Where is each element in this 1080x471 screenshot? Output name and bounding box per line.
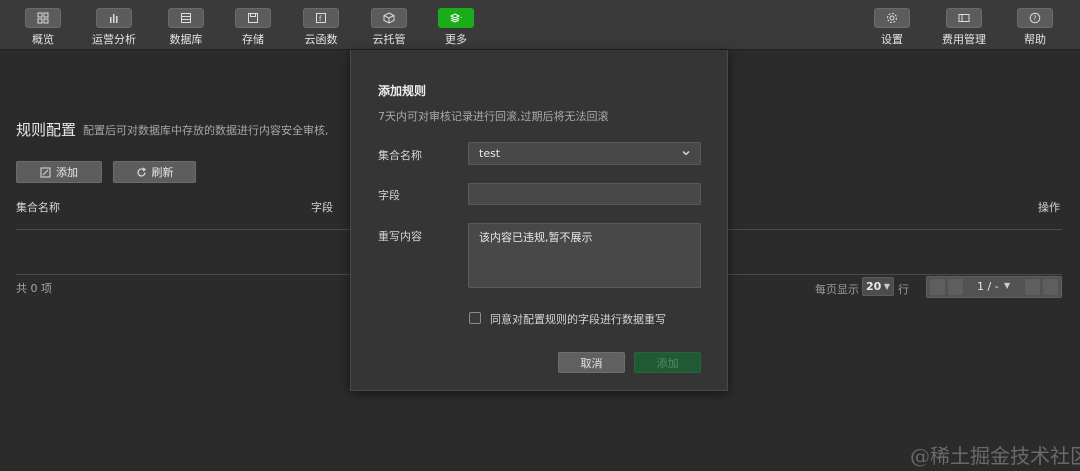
page-description: 配置后可对数据库中存放的数据进行内容安全审核,: [83, 124, 329, 137]
chevron-down-icon: [682, 151, 690, 156]
dialog-title: 添加规则: [378, 84, 427, 98]
first-page-button[interactable]: [930, 279, 945, 295]
prev-page-button[interactable]: [948, 279, 963, 295]
toolbar-overview-button[interactable]: 概览: [11, 0, 75, 50]
toolbar-label: 云函数: [304, 33, 338, 46]
per-page-suffix: 行: [898, 283, 909, 296]
refresh-label: 刷新: [151, 166, 174, 179]
chevron-down-icon: ▼: [1004, 281, 1011, 290]
toolbar-label: 更多: [445, 33, 467, 46]
function-icon: f: [303, 8, 339, 28]
watermark: @稀土掘金技术社区: [910, 444, 1080, 468]
rewrite-label: 重写内容: [378, 230, 422, 243]
collection-value: test: [479, 147, 501, 160]
toolbar-storage-button[interactable]: 存储: [221, 0, 285, 50]
toolbar-label: 设置: [881, 33, 903, 46]
gear-icon: [874, 8, 910, 28]
toolbar-settings-button[interactable]: 设置: [860, 0, 924, 50]
agree-checkbox[interactable]: [469, 312, 481, 324]
collection-select[interactable]: test: [468, 142, 701, 165]
toolbar-label: 概览: [32, 33, 54, 46]
page-title: 规则配置: [16, 121, 77, 139]
agree-label[interactable]: 同意对配置规则的字段进行数据重写: [490, 311, 666, 327]
refresh-icon: [136, 167, 146, 176]
toolbar-database-button[interactable]: 数据库: [154, 0, 218, 50]
column-header-action: 操作: [1038, 201, 1060, 214]
pagination: 1 / - ▼: [926, 276, 1062, 298]
wallet-icon: [946, 8, 982, 28]
field-label: 字段: [378, 189, 400, 202]
next-page-button[interactable]: [1025, 279, 1040, 295]
column-header-collection: 集合名称: [16, 201, 60, 214]
toolbar-label: 运营分析: [92, 33, 136, 46]
cancel-button[interactable]: 取消: [558, 352, 625, 373]
svg-text:f: f: [319, 15, 322, 23]
field-input[interactable]: [468, 183, 701, 205]
top-toolbar: 概览 运营分析 数据库 存储 f 云函数 云托管 更多 设置 费用管理 ? 帮助: [0, 0, 1080, 50]
column-header-field: 字段: [311, 201, 333, 214]
per-page-label: 每页显示: [815, 283, 859, 296]
add-rule-dialog: 添加规则 7天内可对审核记录进行回滚,过期后将无法回滚 集合名称 test 字段…: [350, 50, 728, 391]
toolbar-cloudrun-button[interactable]: 云托管: [357, 0, 421, 50]
toolbar-analytics-button[interactable]: 运营分析: [82, 0, 146, 50]
list-icon: [168, 8, 204, 28]
add-rule-label: 添加: [56, 166, 78, 179]
toolbar-more-button[interactable]: 更多: [424, 0, 488, 50]
collection-label: 集合名称: [378, 149, 422, 162]
toolbar-functions-button[interactable]: f 云函数: [289, 0, 353, 50]
toolbar-help-button[interactable]: ? 帮助: [1003, 0, 1067, 50]
toolbar-label: 数据库: [169, 33, 203, 46]
chevron-down-icon: ▼: [883, 282, 890, 291]
toolbar-label: 存储: [242, 33, 264, 46]
last-page-button[interactable]: [1043, 279, 1058, 295]
cube-icon: [371, 8, 407, 28]
edit-icon: [40, 167, 51, 177]
layers-icon: [438, 8, 474, 28]
per-page-select[interactable]: 20 ▼: [862, 277, 894, 296]
toolbar-label: 帮助: [1024, 33, 1046, 46]
total-count: 共 0 项: [16, 282, 52, 295]
dialog-subtitle: 7天内可对审核记录进行回滚,过期后将无法回滚: [378, 110, 609, 123]
rewrite-textarea[interactable]: 该内容已违规,暂不展示: [468, 223, 701, 288]
toolbar-label: 费用管理: [942, 33, 986, 46]
per-page-value: 20: [866, 280, 882, 293]
toolbar-billing-button[interactable]: 费用管理: [932, 0, 996, 50]
bar-chart-icon: [96, 8, 132, 28]
disk-icon: [235, 8, 271, 28]
add-rule-button[interactable]: 添加: [16, 161, 102, 183]
grid-icon: [25, 8, 61, 28]
toolbar-label: 云托管: [372, 33, 406, 46]
refresh-button[interactable]: 刷新: [113, 161, 196, 183]
svg-text:?: ?: [1033, 15, 1037, 23]
help-icon: ?: [1017, 8, 1053, 28]
confirm-add-button[interactable]: 添加: [634, 352, 701, 373]
page-indicator[interactable]: 1 / -: [977, 280, 999, 293]
